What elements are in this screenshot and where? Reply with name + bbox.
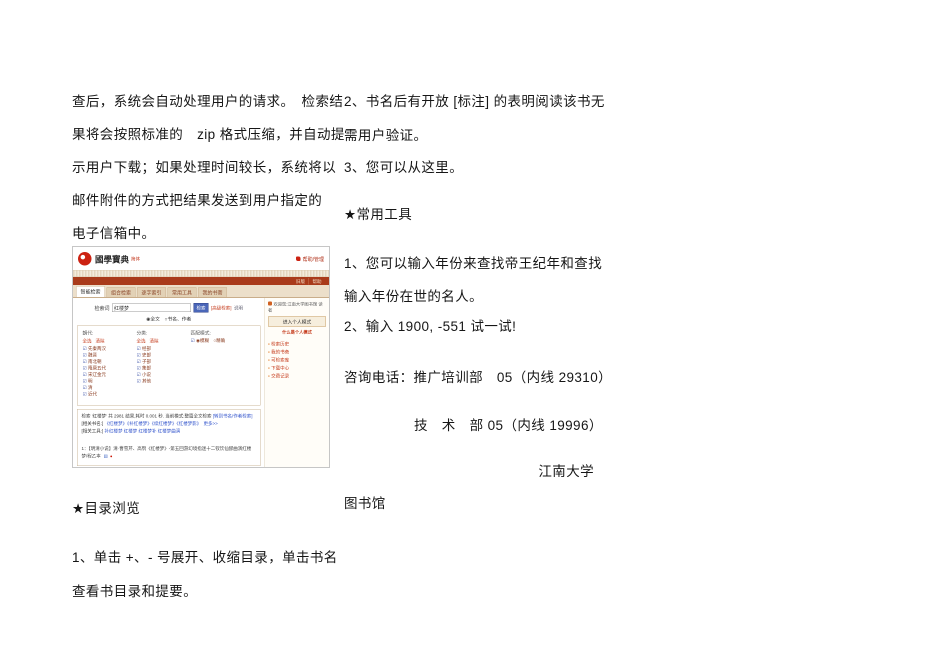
dynasty-header: 朝代: — [82, 330, 94, 337]
site-title: 國學寶典 — [95, 254, 129, 265]
document-text-line: 果将会按照标准的 zip 格式压缩，并自动提 — [72, 127, 345, 142]
search-button: 检索 — [193, 303, 209, 313]
dynasty-column: 朝代: 全选 清除 先秦两汉魏晋南北朝隋唐五代宋辽金元明清近代 — [83, 329, 137, 402]
back-to-title-search-link: [转到书名/作者检索] — [212, 413, 253, 419]
dynasty-list: 先秦两汉魏晋南北朝隋唐五代宋辽金元明清近代 — [83, 346, 137, 398]
category-checkbox-item: 其他 — [137, 378, 191, 385]
help-admin-link: 帮助/管理 — [296, 255, 324, 263]
sidebar-link: 下载中心 — [268, 364, 326, 372]
what-is-personal-mode-link: 什么是个人模式 — [282, 329, 312, 335]
category-column: 分类: 全选 清除 经部史部子部集部小说其他 — [137, 329, 191, 402]
results-panel: 检索 '红楼梦' 共 2981 结果,耗时 0.001 秒. 当前模式:整篇全文… — [77, 409, 261, 466]
section-title: ★目录浏览 — [72, 501, 141, 516]
welcome-label: 欢迎您:江南大学图书馆 读者 — [268, 301, 323, 313]
result-item: 1：【明清小说】清·曹雪芹、高鹗《红楼梦》-第五回游幻境指迷十二钗饮仙醪曲演红楼… — [82, 445, 257, 460]
mode-column: 匹配模式: ◉模糊 ○精确 — [191, 329, 256, 402]
document-text-line: 需用户验证。 — [344, 128, 428, 143]
select-all-link: 全选 — [136, 338, 146, 344]
tab-char-index: 逐字索引 — [137, 287, 166, 297]
search-scope-radios: ◉全文 ○书名、作者 — [146, 316, 192, 323]
welcome-text: 欢迎您:江南大学图书馆 读者 — [268, 301, 326, 313]
advanced-search-link: [高级检索] — [210, 305, 232, 311]
dynasty-select-links: 全选 清除 — [83, 338, 137, 345]
category-select-links: 全选 清除 — [137, 338, 191, 345]
top-nav-bar: 旧版 帮助 — [73, 277, 329, 285]
tab-my-study: 我的书斋 — [198, 287, 227, 297]
sidebar-links: 检索历史我的书斋可检索库下载中心交费记录 — [268, 340, 326, 380]
signature-line: 江南大学 — [538, 464, 594, 479]
document-text-line: 1、您可以输入年份来查找帝王纪年和查找 — [344, 256, 603, 271]
site-body: 检索词 红楼梦 检索 [高级检索] 说明 ◉全文 ○书名、作者 朝代: 全选 清… — [73, 298, 329, 467]
select-all-link: 全选 — [82, 338, 92, 344]
site-subtitle: 简体 — [131, 256, 141, 262]
search-bar: 检索词 红楼梦 检索 [高级检索] 说明 — [76, 303, 262, 313]
document-text-line: 1、单击 +、- 号展开、收缩目录，单击书名 — [72, 550, 338, 565]
sidebar-link: 我的书斋 — [268, 348, 326, 356]
document-text-line: 2、书名后有开放 [标注] 的表明阅读该书无 — [344, 94, 605, 109]
dynasty-checkbox-item: 近代 — [83, 391, 137, 398]
mode-header: 匹配模式: — [190, 330, 211, 337]
clear-link: 清除 — [149, 338, 159, 344]
clear-link: 清除 — [95, 338, 105, 344]
admin-icon — [296, 256, 301, 261]
signature-line: 图书馆 — [344, 496, 386, 511]
search-label: 检索词 — [94, 306, 110, 312]
personal-mode-button: 进入个人模式 — [268, 316, 326, 327]
related-tools-links: 补红楼梦 红楼梦 红楼梦补 红楼梦曲演 — [104, 428, 181, 434]
guoxue-logo-icon — [78, 251, 92, 266]
red-dot-icon: ● — [110, 454, 113, 459]
related-books-links: 《红楼梦》《补红楼梦》《续红楼梦》《红楼梦影》 更多>> — [104, 421, 218, 426]
document-icon: ▤ — [103, 453, 108, 459]
tab-smart-search: 智能检索 — [76, 286, 105, 297]
site-header: 國學寶典 简体 帮助/管理 — [73, 247, 329, 270]
document-text-line: 邮件附件的方式把结果发送到用户指定的 — [72, 193, 323, 208]
related-books-row: [相关书名:] 《红楼梦》《补红楼梦》《续红楼梦》《红楼梦影》 更多>> — [82, 420, 257, 428]
document-text-line: 示用户下载；如果处理时间较长，系统将以 — [72, 160, 337, 175]
site-main: 检索词 红楼梦 检索 [高级检索] 说明 ◉全文 ○书名、作者 朝代: 全选 清… — [73, 298, 265, 467]
document-text-line: 3、您可以从这里。 — [344, 160, 464, 175]
document-page: 查后，系统会自动处理用户的请求。 检索结 果将会按照标准的 zip 格式压缩，并… — [0, 0, 950, 672]
related-tools-label: [相关工具:] — [81, 428, 104, 434]
filter-panel: 朝代: 全选 清除 先秦两汉魏晋南北朝隋唐五代宋辽金元明清近代 分类: 全选 — [77, 325, 261, 406]
category-list: 经部史部子部集部小说其他 — [137, 346, 191, 385]
sidebar-link: 交费记录 — [268, 372, 326, 380]
nav-link: 帮助 — [308, 277, 325, 285]
results-summary-text: 检索 '红楼梦' 共 2981 结果,耗时 0.001 秒. 当前模式:整篇全文… — [81, 413, 212, 419]
decorative-stripe — [73, 270, 329, 277]
tab-combined-search: 组合检索 — [106, 287, 136, 297]
tab-bar: 智能检索 组合检索 逐字索引 常用工具 我的书斋 — [73, 285, 329, 298]
document-text-line: 电子信箱中。 — [72, 226, 156, 241]
category-header: 分类: — [136, 330, 148, 337]
tab-common-tools: 常用工具 — [167, 287, 197, 297]
screenshot-content: 國學寶典 简体 帮助/管理 旧版 帮助 智能检索 组合检索 逐字索引 常用工具 … — [73, 247, 329, 467]
site-sidebar: 欢迎您:江南大学图书馆 读者 进入个人模式 什么是个人模式 检索历史我的书斋可检… — [264, 298, 329, 467]
contact-line: 咨询电话：推广培训部 05（内线 29310） — [344, 370, 613, 385]
sidebar-link: 检索历史 — [268, 340, 326, 348]
related-tools-row: [相关工具:] 补红楼梦 红楼梦 红楼梦补 红楼梦曲演 — [82, 428, 257, 436]
document-text-line: 查后，系统会自动处理用户的请求。 检索结 — [72, 94, 344, 109]
section-title: ★常用工具 — [344, 207, 413, 222]
document-text-line: 查看书目录和提要。 — [72, 584, 198, 599]
document-text-line: 2、输入 1900, -551 试一试! — [344, 319, 517, 334]
guoxue-website-screenshot: 國學寶典 简体 帮助/管理 旧版 帮助 智能检索 组合检索 逐字索引 常用工具 … — [72, 246, 330, 468]
results-summary: 检索 '红楼梦' 共 2981 结果,耗时 0.001 秒. 当前模式:整篇全文… — [82, 413, 257, 421]
user-icon — [268, 301, 272, 306]
contact-line: 技 术 部 05（内线 19996） — [414, 418, 603, 433]
sidebar-link: 可检索库 — [268, 356, 326, 364]
help-admin-label: 帮助/管理 — [302, 256, 324, 263]
search-input: 红楼梦 — [111, 303, 191, 312]
related-books-label: [相关书名:] — [81, 421, 104, 426]
search-help-link: 说明 — [234, 305, 244, 311]
mode-radios: ◉模糊 ○精确 — [191, 338, 256, 345]
nav-link: 旧版 — [295, 278, 305, 284]
document-text-line: 输入年份在世的名人。 — [344, 289, 483, 304]
